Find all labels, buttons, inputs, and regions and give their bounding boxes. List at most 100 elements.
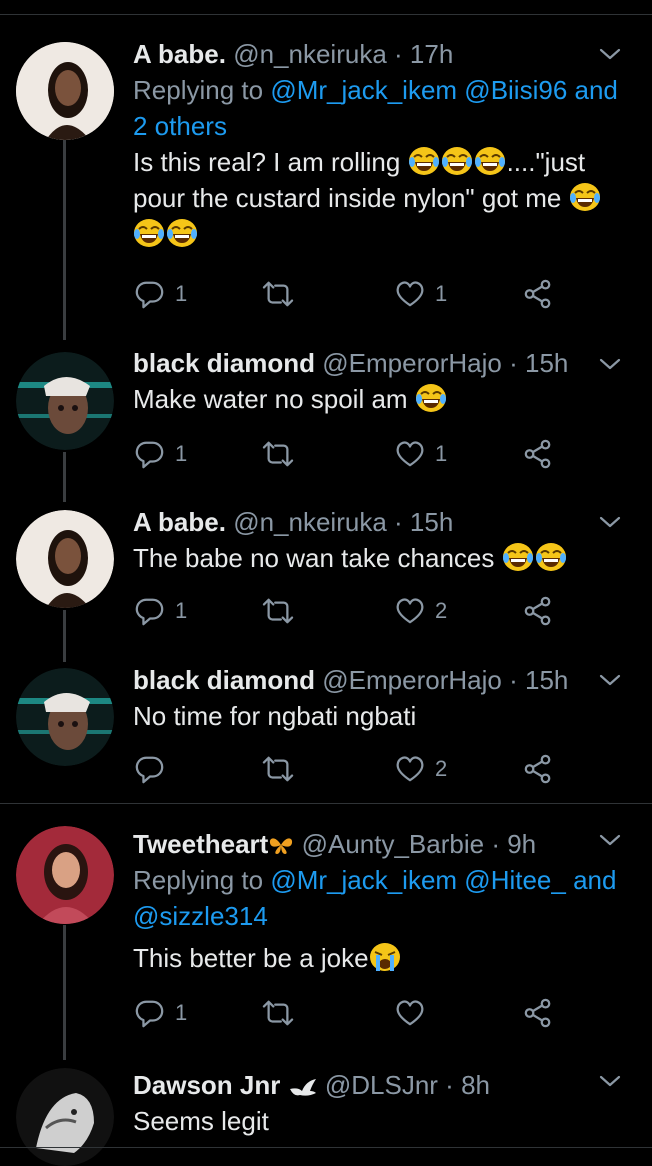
tweet-actions: 1 1 bbox=[133, 436, 573, 472]
replying-mentions[interactable]: @Mr_jack_ikem @Hitee_ and bbox=[270, 865, 616, 895]
retweet-icon bbox=[261, 754, 295, 784]
share-button[interactable] bbox=[523, 436, 553, 472]
reply-button[interactable]: 1 bbox=[135, 995, 187, 1031]
tweet-text-line1-tail: ...."just bbox=[506, 147, 586, 177]
tweet-text-line2: pour the custard inside nylon" got me bbox=[133, 183, 562, 213]
tweet-text: No time for ngbati ngbati bbox=[133, 701, 417, 731]
avatar[interactable] bbox=[16, 1068, 114, 1166]
retweet-button[interactable] bbox=[261, 436, 295, 472]
dove-icon bbox=[289, 1079, 316, 1096]
retweet-button[interactable] bbox=[261, 276, 295, 312]
tweet-text: The babe no wan take chances bbox=[133, 540, 622, 576]
reply-icon bbox=[135, 754, 165, 784]
separator-dot: · bbox=[509, 665, 518, 695]
display-name[interactable]: black diamond bbox=[133, 665, 315, 695]
laughing-emoji-icon bbox=[569, 182, 601, 212]
top-divider bbox=[0, 14, 652, 15]
like-count: 1 bbox=[435, 281, 448, 306]
timestamp[interactable]: 9h bbox=[507, 829, 536, 859]
laughing-emoji-icon bbox=[474, 146, 506, 176]
retweet-icon bbox=[261, 279, 295, 309]
avatar[interactable] bbox=[16, 668, 114, 766]
tweet-actions: 1 2 bbox=[133, 593, 573, 629]
tweet-body: black diamond @EmperorHajo · 15h Make wa… bbox=[133, 345, 622, 417]
tweet-actions: 1 bbox=[133, 995, 573, 1031]
replying-to: Replying to @Mr_jack_ikem @Biisi96 and 2… bbox=[133, 72, 622, 144]
user-handle[interactable]: @DLSJnr bbox=[325, 1070, 438, 1100]
heart-icon bbox=[395, 755, 425, 783]
avatar-image bbox=[16, 510, 114, 608]
share-icon bbox=[523, 279, 553, 309]
retweet-button[interactable] bbox=[261, 995, 295, 1031]
replying-more-link[interactable]: 2 others bbox=[133, 111, 227, 141]
retweet-button[interactable] bbox=[261, 593, 295, 629]
laughing-emoji-icon bbox=[441, 146, 473, 176]
reply-button[interactable]: 1 bbox=[135, 276, 187, 312]
reply-icon bbox=[135, 279, 165, 309]
like-button[interactable]: 2 bbox=[395, 593, 447, 629]
reply-count: 1 bbox=[175, 281, 188, 306]
like-count: 2 bbox=[435, 756, 448, 781]
like-count: 2 bbox=[435, 598, 448, 623]
tweet-body: A babe. @n_nkeiruka · 17h Replying to @M… bbox=[133, 36, 622, 252]
tweet-text: This better be a joke bbox=[133, 940, 622, 976]
timestamp[interactable]: 15h bbox=[410, 507, 453, 537]
reply-button[interactable]: 1 bbox=[135, 593, 187, 629]
avatar-image bbox=[16, 1068, 114, 1166]
share-button[interactable] bbox=[523, 995, 553, 1031]
share-button[interactable] bbox=[523, 276, 553, 312]
replying-to: Replying to @Mr_jack_ikem @Hitee_ and @s… bbox=[133, 862, 622, 934]
user-handle[interactable]: @n_nkeiruka bbox=[233, 507, 387, 537]
separator-dot: · bbox=[509, 348, 518, 378]
avatar[interactable] bbox=[16, 510, 114, 608]
tweet-text-line1: Is this real? I am rolling bbox=[133, 147, 401, 177]
display-name[interactable]: black diamond bbox=[133, 348, 315, 378]
avatar[interactable] bbox=[16, 826, 114, 924]
tweet-text: Make water no spoil am bbox=[133, 381, 622, 417]
replying-more-link[interactable]: @sizzle314 bbox=[133, 901, 268, 931]
avatar-image bbox=[16, 352, 114, 450]
thread-line bbox=[63, 140, 66, 340]
separator-dot: · bbox=[491, 829, 500, 859]
share-icon bbox=[523, 439, 553, 469]
user-handle[interactable]: @Aunty_Barbie bbox=[302, 829, 485, 859]
like-count: 1 bbox=[435, 441, 448, 466]
heart-icon bbox=[395, 597, 425, 625]
share-button[interactable] bbox=[523, 751, 553, 787]
display-name[interactable]: A babe. bbox=[133, 39, 226, 69]
like-button[interactable] bbox=[395, 995, 435, 1031]
retweet-button[interactable] bbox=[261, 751, 295, 787]
timestamp[interactable]: 15h bbox=[525, 348, 568, 378]
share-icon bbox=[523, 596, 553, 626]
user-handle[interactable]: @EmperorHajo bbox=[322, 348, 502, 378]
user-handle[interactable]: @n_nkeiruka bbox=[233, 39, 387, 69]
tweet-body: Tweetheart @Aunty_Barbie · 9h Replying t… bbox=[133, 826, 622, 976]
share-icon bbox=[523, 754, 553, 784]
replying-prefix: Replying to bbox=[133, 75, 264, 105]
replying-mentions[interactable]: @Mr_jack_ikem @Biisi96 and bbox=[270, 75, 618, 105]
reply-icon bbox=[135, 998, 165, 1028]
share-button[interactable] bbox=[523, 593, 553, 629]
timestamp[interactable]: 15h bbox=[525, 665, 568, 695]
avatar[interactable] bbox=[16, 352, 114, 450]
display-name[interactable]: Dawson Jnr bbox=[133, 1070, 280, 1100]
like-button[interactable]: 1 bbox=[395, 276, 447, 312]
tweet-actions: 2 bbox=[133, 751, 573, 787]
timestamp[interactable]: 8h bbox=[461, 1070, 490, 1100]
reply-button[interactable] bbox=[135, 751, 175, 787]
heart-icon bbox=[395, 999, 425, 1027]
tweet-header: black diamond @EmperorHajo · 15h bbox=[133, 345, 622, 381]
like-button[interactable]: 1 bbox=[395, 436, 447, 472]
tweet-header: black diamond @EmperorHajo · 15h bbox=[133, 662, 622, 698]
reply-button[interactable]: 1 bbox=[135, 436, 187, 472]
heart-icon bbox=[395, 440, 425, 468]
display-name[interactable]: Tweetheart bbox=[133, 829, 268, 859]
tweet-header: Dawson Jnr @DLSJnr · 8h bbox=[133, 1067, 622, 1103]
heart-icon bbox=[395, 280, 425, 308]
display-name[interactable]: A babe. bbox=[133, 507, 226, 537]
tweet-header: Tweetheart @Aunty_Barbie · 9h bbox=[133, 826, 622, 862]
timestamp[interactable]: 17h bbox=[410, 39, 453, 69]
user-handle[interactable]: @EmperorHajo bbox=[322, 665, 502, 695]
avatar[interactable] bbox=[16, 42, 114, 140]
like-button[interactable]: 2 bbox=[395, 751, 447, 787]
